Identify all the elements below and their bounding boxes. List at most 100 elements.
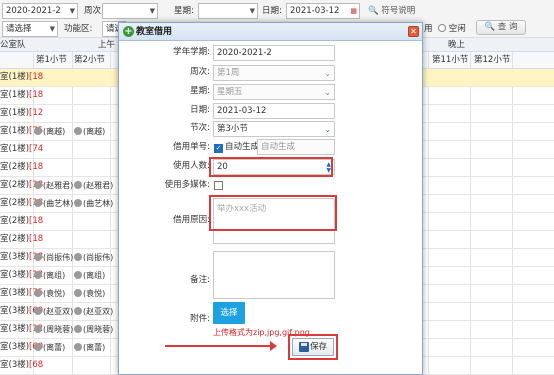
choose-file-label: 选择 [220, 308, 238, 318]
period-header: 第11小节 [432, 55, 469, 65]
auto-generate-checkbox[interactable]: ✓ 自动生成 [214, 140, 259, 155]
auto-generate-label: 自动生成 [225, 142, 260, 152]
booking-cell[interactable]: (尚振伟) [74, 251, 113, 264]
chevron-down-icon: ⌄ [324, 125, 331, 134]
capacity-text: [12 [29, 108, 44, 118]
chevron-down-icon: ⌄ [324, 88, 331, 97]
period-select[interactable]: 第3小节 ⌄ [213, 121, 335, 137]
booking-cell[interactable]: (周晓蓉) [34, 323, 73, 336]
date-field[interactable]: 2021-03-12 [213, 103, 335, 119]
calendar-icon: ▦ [350, 7, 357, 15]
booking-text: (袁悦) [83, 289, 106, 298]
user-icon [34, 181, 42, 189]
period-header: 第2小节 [74, 55, 105, 65]
room-cell: 室(3楼) [0, 252, 30, 262]
chevron-down-icon: ⌄ [324, 69, 331, 78]
symbol-help-link[interactable]: 🔍 符号说明 [368, 3, 415, 19]
booking-cell[interactable]: (袁悦) [34, 287, 65, 300]
booking-cell[interactable]: (周晓蓉) [74, 323, 113, 336]
weekday-select[interactable]: ▼ [198, 3, 258, 19]
search-button-label: 查 询 [497, 22, 518, 32]
booking-text: (离组) [83, 271, 106, 280]
capacity-text: [18 [29, 234, 44, 244]
room-cell: 室(3楼) [0, 360, 30, 370]
chevron-down-icon: ▼ [49, 25, 55, 33]
annotation-box-save [288, 334, 338, 360]
term-select-value: 2020-2021-2 [6, 6, 61, 16]
free-radio-label: 空闲 [448, 24, 466, 34]
capacity-text: [18 [29, 90, 44, 100]
room-cell: 室(1楼) [0, 72, 30, 82]
booking-text: (尚振伟) [83, 253, 114, 262]
booking-cell[interactable]: (离越) [74, 125, 105, 138]
week-select[interactable]: 第1周 ⌄ [213, 65, 335, 81]
room-cell-wrapper: 室(2楼)[18 [0, 161, 43, 174]
room-cell: 室(3楼) [0, 324, 30, 334]
room-cell: 室(2楼) [0, 234, 30, 244]
booking-text: (离蕾) [83, 343, 106, 352]
weekday-select[interactable]: 星期五 ⌄ [213, 84, 335, 100]
booking-cell[interactable]: (离蕾) [34, 341, 65, 354]
symbol-help-text: 符号说明 [381, 6, 416, 16]
user-icon [74, 127, 82, 135]
radio-icon [438, 24, 446, 32]
user-icon [34, 289, 42, 297]
room-cell: 室(3楼) [0, 288, 30, 298]
booking-cell[interactable]: (赵雅君) [34, 179, 73, 192]
user-icon [34, 325, 42, 333]
weekday-label: 星期: [190, 86, 210, 96]
booking-cell[interactable]: (离蕾) [74, 341, 105, 354]
term-select[interactable]: 2020-2021-2 ▼ [2, 3, 78, 19]
room-cell: 室(3楼) [0, 270, 30, 280]
booking-text: (尚振伟) [43, 253, 74, 262]
booking-cell[interactable]: (尚振伟) [34, 251, 73, 264]
search-icon: 🔍 [368, 6, 379, 16]
booking-cell[interactable]: (赵亚双) [74, 305, 113, 318]
room-cell-wrapper: 室(1楼)[18 [0, 89, 43, 102]
chevron-down-icon: ▼ [249, 7, 255, 15]
user-icon [74, 271, 82, 279]
room-cell: 室(2楼) [0, 216, 30, 226]
user-icon [74, 199, 82, 207]
booking-text: (赵雅君) [43, 181, 74, 190]
add-icon: + [123, 26, 134, 37]
booking-text: (离越) [83, 127, 106, 136]
booking-cell[interactable]: (赵亚双) [34, 305, 73, 318]
booking-cell[interactable]: (袁悦) [74, 287, 105, 300]
room-cell-wrapper: 室(3楼)[68 [0, 359, 43, 372]
week-select[interactable]: ▼ [102, 3, 158, 19]
room-cell: 室(2楼) [0, 162, 30, 172]
date-input[interactable]: 2021-03-12 ▦ [286, 3, 360, 19]
remark-label: 备注: [190, 275, 210, 285]
chevron-down-icon: ▼ [149, 7, 155, 15]
choose-file-button[interactable]: 选择 [213, 302, 245, 324]
close-icon[interactable]: ✕ [408, 26, 419, 37]
date-label: 日期: [190, 105, 210, 115]
remark-textarea[interactable] [213, 251, 335, 299]
category-select-value: 请选择 [6, 24, 32, 34]
multimedia-checkbox[interactable] [214, 181, 225, 192]
period-select-value: 第3小节 [217, 124, 248, 134]
borrow-number-input[interactable]: 自动生成 [257, 139, 335, 155]
booking-cell[interactable]: (赵雅君) [74, 179, 113, 192]
checkbox-icon [214, 181, 223, 190]
date-input-value: 2021-03-12 [290, 6, 340, 16]
booking-cell[interactable]: (离越) [34, 125, 65, 138]
booking-cell[interactable]: (离组) [34, 269, 65, 282]
booking-cell[interactable]: (离组) [74, 269, 105, 282]
user-icon [34, 253, 42, 261]
grid-header-room: 公室队 [0, 40, 26, 50]
category-select[interactable]: 请选择 ▼ [2, 21, 58, 37]
booking-text: (周晓蓉) [83, 325, 114, 334]
booking-cell[interactable]: (曲艺林) [34, 197, 73, 210]
booking-text: (袁悦) [43, 289, 66, 298]
term-field[interactable]: 2020-2021-2 [213, 45, 335, 61]
booking-cell[interactable]: (曲艺林) [74, 197, 113, 210]
search-button[interactable]: 🔍 查 询 [476, 20, 526, 35]
room-cell: 室(3楼) [0, 306, 30, 316]
room-cell: 室(1楼) [0, 90, 30, 100]
user-icon [74, 325, 82, 333]
user-icon [74, 253, 82, 261]
room-cell-wrapper: 室(1楼)[74 [0, 143, 43, 156]
free-radio[interactable]: 空闲 [438, 21, 466, 37]
